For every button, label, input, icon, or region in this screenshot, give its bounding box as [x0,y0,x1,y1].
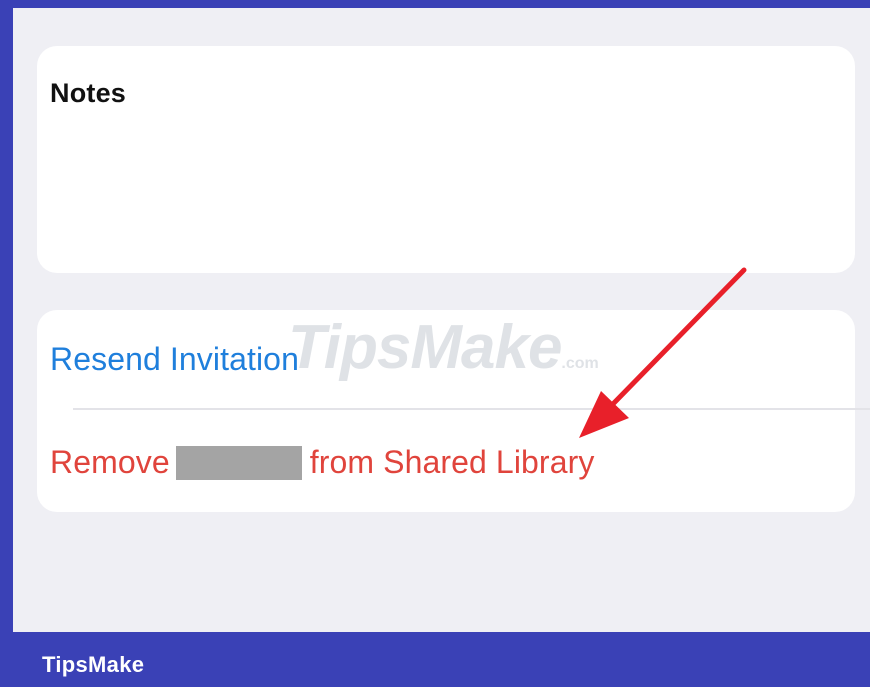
action-divider [73,408,870,410]
remove-from-shared-library-button[interactable]: Remove from Shared Library [50,444,594,481]
screen: Notes Resend Invitation Remove from Share… [13,8,870,632]
remove-label-suffix: from Shared Library [309,444,595,480]
resend-invitation-button[interactable]: Resend Invitation [50,341,299,378]
notes-title: Notes [50,78,127,108]
footer-bar: TipsMake [0,632,870,687]
notes-card [37,46,855,273]
remove-label-prefix: Remove [50,444,170,480]
redacted-name-block [175,446,302,480]
footer-brand: TipsMake [42,652,145,677]
